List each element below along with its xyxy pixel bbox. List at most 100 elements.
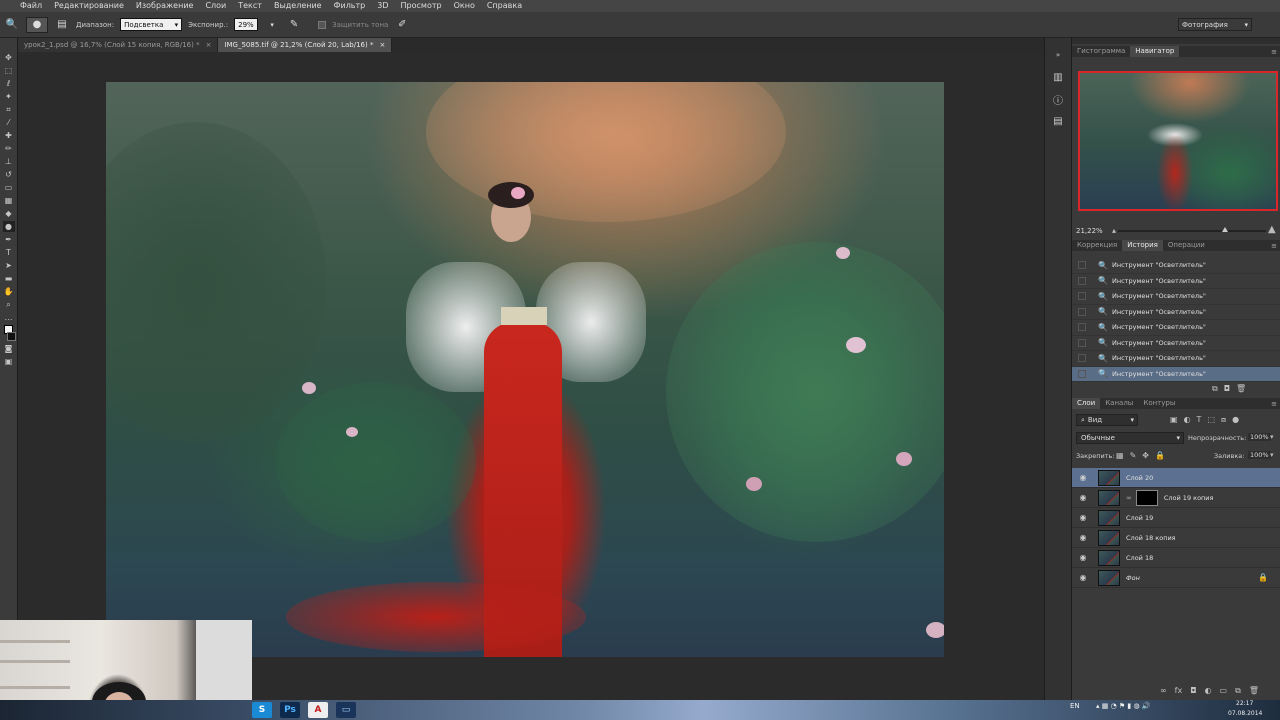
dodge-tool-icon[interactable]: 🔍: [4, 17, 20, 33]
adjustment-layer-icon[interactable]: ◐: [1205, 686, 1212, 696]
opacity-input[interactable]: 100%: [1248, 433, 1271, 441]
layer-thumbnail[interactable]: [1098, 509, 1120, 526]
zoom-out-icon[interactable]: ▴: [1112, 226, 1116, 235]
delete-trash-icon[interactable]: 🗑: [1236, 384, 1246, 394]
layer-row[interactable]: ◉ ∞ Слой 19 копия: [1072, 488, 1280, 508]
layer-thumbnail[interactable]: [1098, 529, 1120, 546]
clock-date[interactable]: 07.08.2014: [1228, 710, 1262, 717]
menu-file[interactable]: Файл: [14, 0, 48, 12]
document-tab[interactable]: урок2_1.psd @ 16,7% (Слой 15 копия, RGB/…: [18, 38, 219, 52]
background-color-swatch[interactable]: [6, 332, 16, 341]
slider-knob[interactable]: [1222, 227, 1228, 232]
new-layer-icon[interactable]: ⧉: [1235, 686, 1241, 696]
history-item-active[interactable]: 🔍 Инструмент "Осветлитель": [1072, 366, 1280, 382]
history-item[interactable]: 🔍 Инструмент "Осветлитель": [1072, 336, 1280, 351]
tab-corrections[interactable]: Коррекция: [1072, 240, 1122, 251]
layer-thumbnail[interactable]: [1098, 569, 1120, 586]
fill-slider-arrow-icon[interactable]: ▾: [1270, 451, 1274, 459]
brush-preset-picker[interactable]: ●: [26, 16, 48, 33]
close-icon[interactable]: ×: [206, 38, 212, 52]
collapse-arrows-icon[interactable]: »: [1050, 48, 1066, 62]
snapshot-camera-icon[interactable]: ◘: [1224, 384, 1230, 394]
layer-thumbnail[interactable]: [1098, 489, 1120, 506]
info-icon[interactable]: ⓘ: [1050, 92, 1066, 107]
exposure-input[interactable]: 29%: [234, 18, 259, 31]
navigator-zoom-slider[interactable]: [1118, 227, 1266, 232]
smart-object-filter-icon[interactable]: ⧈: [1221, 415, 1226, 425]
fill-input[interactable]: 100%: [1248, 451, 1271, 459]
pressure-size-icon[interactable]: ✐: [394, 17, 410, 33]
history-brush-source-checkbox[interactable]: [1078, 307, 1086, 316]
lock-pixels-icon[interactable]: ✎: [1130, 451, 1137, 460]
menu-edit[interactable]: Редактирование: [48, 0, 130, 12]
move-tool-icon[interactable]: ✥: [3, 52, 15, 63]
close-icon[interactable]: ×: [379, 38, 385, 52]
visibility-eye-icon[interactable]: ◉: [1076, 553, 1090, 562]
document-tab-active[interactable]: IMG_5085.tif @ 21,2% (Слой 20, Lab/16) *…: [218, 38, 393, 52]
menu-layers[interactable]: Слои: [199, 0, 232, 12]
visibility-eye-icon[interactable]: ◉: [1076, 533, 1090, 542]
layer-name[interactable]: Слой 18 копия: [1126, 534, 1176, 542]
lock-position-icon[interactable]: ✥: [1142, 451, 1149, 460]
visibility-eye-icon[interactable]: ◉: [1076, 473, 1090, 482]
menu-view[interactable]: Просмотр: [395, 0, 448, 12]
navigator-preview[interactable]: [1078, 71, 1278, 211]
marquee-tool-icon[interactable]: ⬚: [3, 65, 15, 76]
panel-menu-icon[interactable]: ≡: [1271, 242, 1277, 250]
range-select[interactable]: Подсветка ▾: [120, 18, 183, 31]
tab-histogram[interactable]: Гистограмма: [1072, 46, 1130, 57]
lasso-tool-icon[interactable]: ℓ: [3, 78, 15, 89]
type-filter-icon[interactable]: T: [1197, 415, 1202, 425]
menu-help[interactable]: Справка: [481, 0, 528, 12]
layer-name[interactable]: Слой 19: [1126, 514, 1153, 522]
quick-mask-icon[interactable]: ◙: [3, 343, 15, 354]
brush-tool-icon[interactable]: ✏: [3, 143, 15, 154]
tray-icons[interactable]: ▴ ▦ ◔ ⚑ ▮ ◍ 🔊: [1096, 702, 1151, 710]
menu-3d[interactable]: 3D: [371, 0, 394, 12]
layer-thumbnail[interactable]: [1098, 549, 1120, 566]
document-image[interactable]: [106, 82, 944, 657]
history-brush-source-checkbox[interactable]: [1078, 338, 1086, 347]
layer-row-selected[interactable]: ◉ Слой 20: [1072, 468, 1280, 488]
history-item[interactable]: 🔍 Инструмент "Осветлитель": [1072, 351, 1280, 367]
link-layers-icon[interactable]: ∞: [1160, 686, 1167, 696]
history-brush-source-checkbox[interactable]: [1078, 323, 1086, 332]
layer-name[interactable]: Слой 20: [1126, 474, 1153, 482]
brush-panel-toggle-icon[interactable]: ▤: [54, 17, 70, 33]
opacity-slider-arrow-icon[interactable]: ▾: [1270, 433, 1274, 441]
gradient-tool-icon[interactable]: ▦: [3, 195, 15, 206]
skype-icon[interactable]: S: [252, 702, 272, 718]
photoshop-icon[interactable]: Ps: [280, 702, 300, 718]
zoom-tool-icon[interactable]: ⌕: [3, 299, 15, 310]
layer-style-fx-icon[interactable]: fx: [1175, 686, 1183, 696]
acrobat-icon[interactable]: A: [308, 702, 328, 718]
mask-link-icon[interactable]: ∞: [1126, 494, 1132, 502]
delete-layer-trash-icon[interactable]: 🗑: [1249, 686, 1259, 696]
history-item[interactable]: 🔍 Инструмент "Осветлитель": [1072, 320, 1280, 336]
adjustments-icon[interactable]: ▥: [1050, 70, 1066, 84]
blend-mode-select[interactable]: Обычные ▾: [1076, 432, 1184, 444]
tab-navigator[interactable]: Навигатор: [1130, 46, 1180, 57]
history-brush-source-checkbox[interactable]: [1078, 261, 1086, 270]
navigator-zoom-value[interactable]: 21,22%: [1076, 227, 1103, 235]
screen-mode-icon[interactable]: ▣: [3, 356, 15, 367]
crop-tool-icon[interactable]: ⌗: [3, 104, 15, 115]
history-brush-tool-icon[interactable]: ↺: [3, 169, 15, 180]
pixel-filter-icon[interactable]: ▣: [1170, 415, 1178, 425]
history-item[interactable]: 🔍 Инструмент "Осветлитель": [1072, 305, 1280, 320]
tab-actions[interactable]: Операции: [1163, 240, 1210, 251]
menu-select[interactable]: Выделение: [268, 0, 328, 12]
path-select-tool-icon[interactable]: ➤: [3, 260, 15, 271]
blur-tool-icon[interactable]: ◆: [3, 208, 15, 219]
menu-window[interactable]: Окно: [448, 0, 481, 12]
exposure-slider-arrow-icon[interactable]: ▾: [264, 17, 280, 33]
panel-menu-icon[interactable]: ≡: [1271, 400, 1277, 408]
layer-row[interactable]: ◉ Слой 18: [1072, 548, 1280, 568]
layer-name[interactable]: Фон: [1126, 574, 1140, 582]
menu-filter[interactable]: Фильтр: [328, 0, 372, 12]
canvas-area[interactable]: [18, 52, 1044, 700]
history-item[interactable]: 🔍 Инструмент "Осветлитель": [1072, 258, 1280, 274]
eraser-tool-icon[interactable]: ▭: [3, 182, 15, 193]
history-brush-source-checkbox[interactable]: [1078, 276, 1086, 285]
hand-tool-icon[interactable]: ✋: [3, 286, 15, 297]
